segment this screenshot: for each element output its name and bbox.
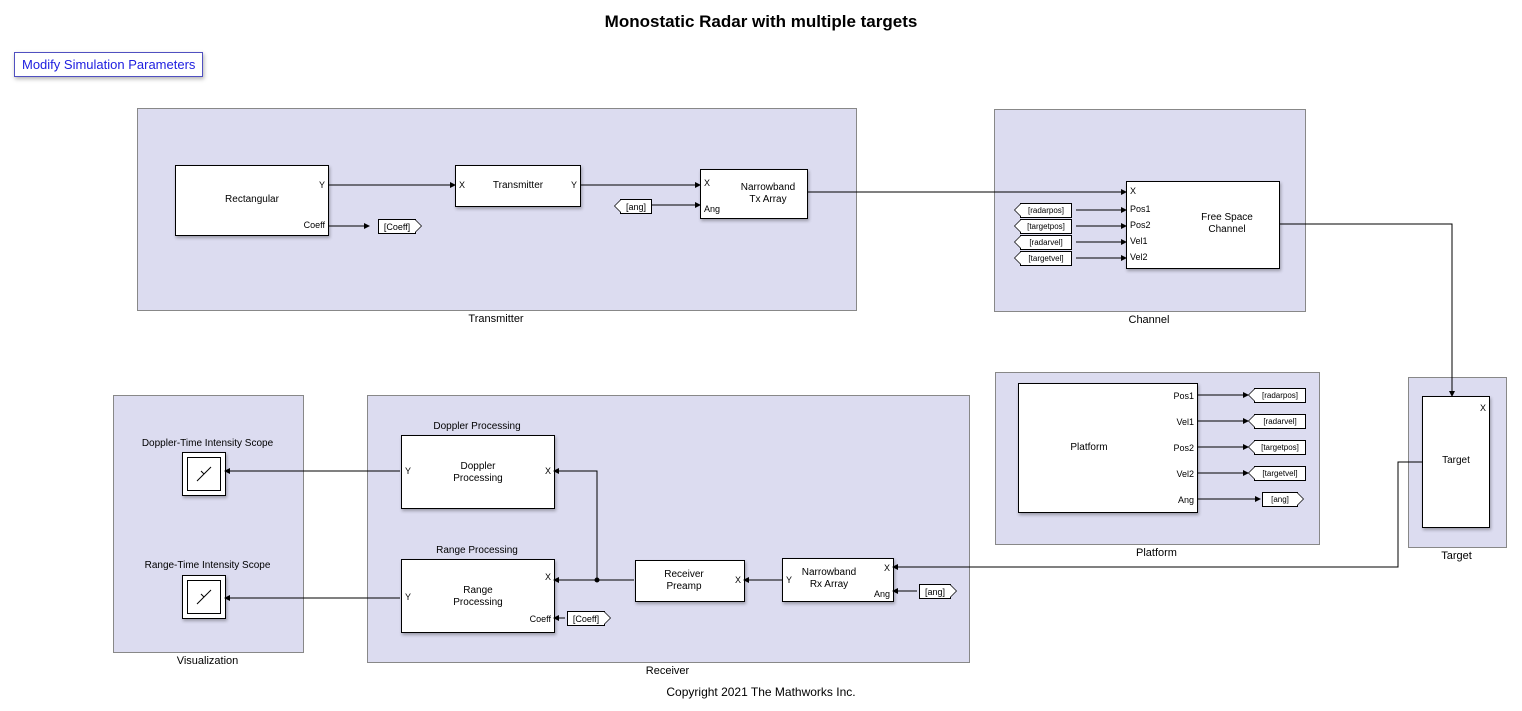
tag-targetvel-in[interactable]: [targetvel] (1020, 251, 1072, 266)
scope-icon (187, 457, 221, 491)
port-plat-vel1: Vel1 (1176, 417, 1194, 427)
tag-targetvel-out[interactable]: [targetvel] (1254, 466, 1306, 481)
block-freespace[interactable]: Free SpaceChannel X Pos1 Pos2 Vel1 Vel2 (1126, 181, 1280, 269)
block-range-title: Range Processing (401, 545, 553, 557)
block-platform[interactable]: Platform Pos1 Vel1 Pos2 Vel2 Ang (1018, 383, 1198, 513)
tag-radarpos-in[interactable]: [radarpos] (1020, 203, 1072, 218)
group-transmitter-label: Transmitter (137, 313, 855, 325)
diagram-canvas: Monostatic Radar with multiple targets M… (0, 0, 1522, 711)
block-doppler-name: DopplerProcessing (402, 461, 554, 485)
tag-coeff-in[interactable]: [Coeff] (567, 611, 605, 626)
port-target-x: X (1480, 403, 1486, 413)
block-txarray-name: NarrowbandTx Array (729, 182, 807, 206)
scope1-label: Doppler-Time Intensity Scope (113, 438, 302, 450)
tag-radarvel-out[interactable]: [radarvel] (1254, 414, 1306, 429)
port-txarray-ang: Ang (704, 204, 720, 214)
port-doppler-x: X (545, 466, 551, 476)
modify-params-link[interactable]: Modify Simulation Parameters (14, 52, 203, 77)
block-platform-name: Platform (1019, 442, 1159, 454)
tag-ang-in-tx[interactable]: [ang] (620, 199, 652, 214)
port-fs-pos2: Pos2 (1130, 220, 1151, 230)
block-transmitter-name: Transmitter (456, 180, 580, 192)
block-rectangular[interactable]: Rectangular Y Coeff (175, 165, 329, 236)
port-rxarray-x: X (884, 563, 890, 573)
port-rxarray-ang: Ang (874, 589, 890, 599)
port-fs-vel1: Vel1 (1130, 236, 1148, 246)
port-fs-x: X (1130, 186, 1136, 196)
block-txarray[interactable]: NarrowbandTx Array X Ang (700, 169, 808, 219)
port-range-x: X (545, 572, 551, 582)
port-preamp-x: X (735, 575, 741, 585)
block-scope-doppler[interactable] (182, 452, 226, 496)
port-plat-pos2: Pos2 (1173, 443, 1194, 453)
group-channel-label: Channel (994, 314, 1304, 326)
port-plat-ang: Ang (1178, 495, 1194, 505)
block-preamp-name: ReceiverPreamp (636, 569, 732, 593)
port-rxarray-y: Y (786, 575, 792, 585)
block-range[interactable]: RangeProcessing X Coeff Y (401, 559, 555, 633)
copyright: Copyright 2021 The Mathworks Inc. (0, 685, 1522, 699)
block-rectangular-name: Rectangular (176, 194, 328, 206)
port-plat-vel2: Vel2 (1176, 469, 1194, 479)
scope-icon (187, 580, 221, 614)
port-tx-y: Y (571, 180, 577, 190)
group-viz-label: Visualization (113, 655, 302, 667)
port-rect-y: Y (319, 180, 325, 190)
scope2-label: Range-Time Intensity Scope (113, 560, 302, 572)
port-tx-x: X (459, 180, 465, 190)
block-doppler-title: Doppler Processing (401, 421, 553, 433)
group-receiver-label: Receiver (367, 665, 968, 677)
block-freespace-name: Free SpaceChannel (1177, 212, 1277, 236)
port-plat-pos1: Pos1 (1173, 391, 1194, 401)
tag-ang-in-rx[interactable]: [ang] (919, 584, 951, 599)
tag-coeff-out[interactable]: [Coeff] (378, 219, 416, 234)
block-range-name: RangeProcessing (402, 585, 554, 609)
port-fs-pos1: Pos1 (1130, 204, 1151, 214)
group-platform-label: Platform (995, 547, 1318, 559)
block-preamp[interactable]: ReceiverPreamp X (635, 560, 745, 602)
port-range-y: Y (405, 592, 411, 602)
block-rxarray-name: NarrowbandRx Array (783, 567, 875, 591)
group-target-label: Target (1408, 550, 1505, 562)
block-target[interactable]: Target X (1422, 396, 1490, 528)
port-range-coeff: Coeff (530, 614, 551, 624)
tag-radarpos-out[interactable]: [radarpos] (1254, 388, 1306, 403)
port-txarray-x: X (704, 178, 710, 188)
port-fs-vel2: Vel2 (1130, 252, 1148, 262)
tag-targetpos-out[interactable]: [targetpos] (1254, 440, 1306, 455)
block-rxarray[interactable]: NarrowbandRx Array X Ang Y (782, 558, 894, 602)
block-scope-range[interactable] (182, 575, 226, 619)
block-target-name: Target (1423, 455, 1489, 467)
port-rect-coeff: Coeff (304, 220, 325, 230)
tag-ang-out[interactable]: [ang] (1262, 492, 1298, 507)
tag-radarvel-in[interactable]: [radarvel] (1020, 235, 1072, 250)
block-doppler[interactable]: DopplerProcessing X Y (401, 435, 555, 509)
diagram-title: Monostatic Radar with multiple targets (0, 12, 1522, 32)
tag-targetpos-in[interactable]: [targetpos] (1020, 219, 1072, 234)
block-transmitter[interactable]: Transmitter X Y (455, 165, 581, 207)
port-doppler-y: Y (405, 466, 411, 476)
